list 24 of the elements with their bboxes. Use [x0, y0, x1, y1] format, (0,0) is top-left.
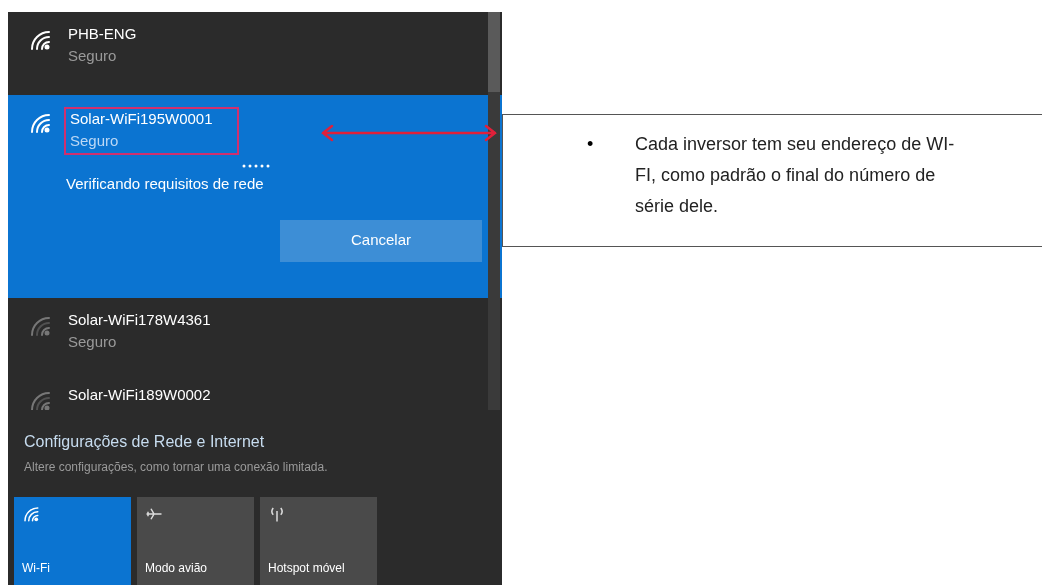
note-text: Cada inversor tem seu endereço de WI-FI, como padrão o final do número de série dele. [635, 133, 956, 218]
scrollbar[interactable] [488, 12, 500, 410]
quick-action-tile[interactable]: Wi-Fi [14, 497, 131, 585]
network-status: Seguro [68, 332, 118, 352]
loading-dots-icon [241, 163, 271, 169]
network-name: PHB-ENG [68, 24, 137, 44]
settings-link[interactable]: Configurações de Rede e Internet [24, 430, 486, 454]
wifi-icon [28, 28, 52, 52]
airplane-icon [145, 505, 163, 523]
hotspot-icon [268, 505, 286, 523]
wifi-icon [22, 505, 40, 523]
network-name: Solar-WiFi178W4361 [68, 310, 211, 330]
settings-description: Altere configurações, como tornar uma conexão limitada. [24, 459, 329, 476]
network-name: Solar-WiFi189W0002 [68, 385, 211, 405]
network-status: Seguro [68, 46, 118, 66]
wifi-icon [28, 111, 52, 135]
bullet: • [587, 133, 595, 156]
network-status: Seguro [70, 131, 120, 151]
wifi-icon [28, 314, 52, 338]
quick-action-tile[interactable]: Modo avião [137, 497, 254, 585]
quick-action-tile[interactable]: Hotspot móvel [260, 497, 377, 585]
connection-progress: Verificando requisitos de rede [66, 174, 265, 194]
network-name: Solar-WiFi195W0001 [70, 109, 213, 129]
network-item[interactable]: Solar-WiFi195W0001 Seguro Verificando requisitos de rede Cancelar [8, 95, 502, 298]
